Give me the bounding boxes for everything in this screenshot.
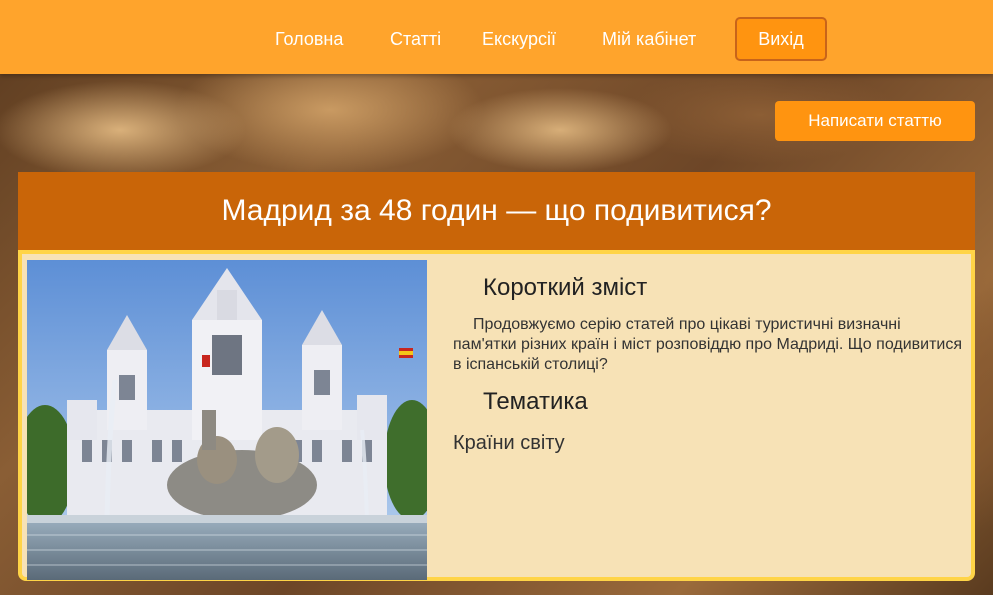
topic-heading: Тематика (483, 388, 588, 415)
madrid-palace-photo (27, 260, 427, 580)
article-title[interactable]: Мадрид за 48 годин — що подивитися? (18, 172, 975, 250)
summary-text: Продовжуємо серію статей про цікаві тури… (453, 316, 962, 373)
article-card[interactable]: Короткий зміст Продовжуємо серію статей … (18, 250, 975, 581)
topic-value: Країни світу (453, 432, 565, 454)
nav-my-account-link[interactable]: Мій кабінет (602, 29, 696, 50)
top-navbar: Головна Статті Екскурсії Мій кабінет Вих… (0, 0, 993, 74)
nav-home-link[interactable]: Головна (275, 29, 343, 50)
nav-articles-link[interactable]: Статті (390, 29, 441, 50)
write-article-button[interactable]: Написати статтю (775, 101, 975, 141)
logout-button[interactable]: Вихід (735, 17, 827, 61)
summary-heading: Короткий зміст (483, 274, 648, 301)
nav-excursions-link[interactable]: Екскурсії (482, 29, 556, 50)
